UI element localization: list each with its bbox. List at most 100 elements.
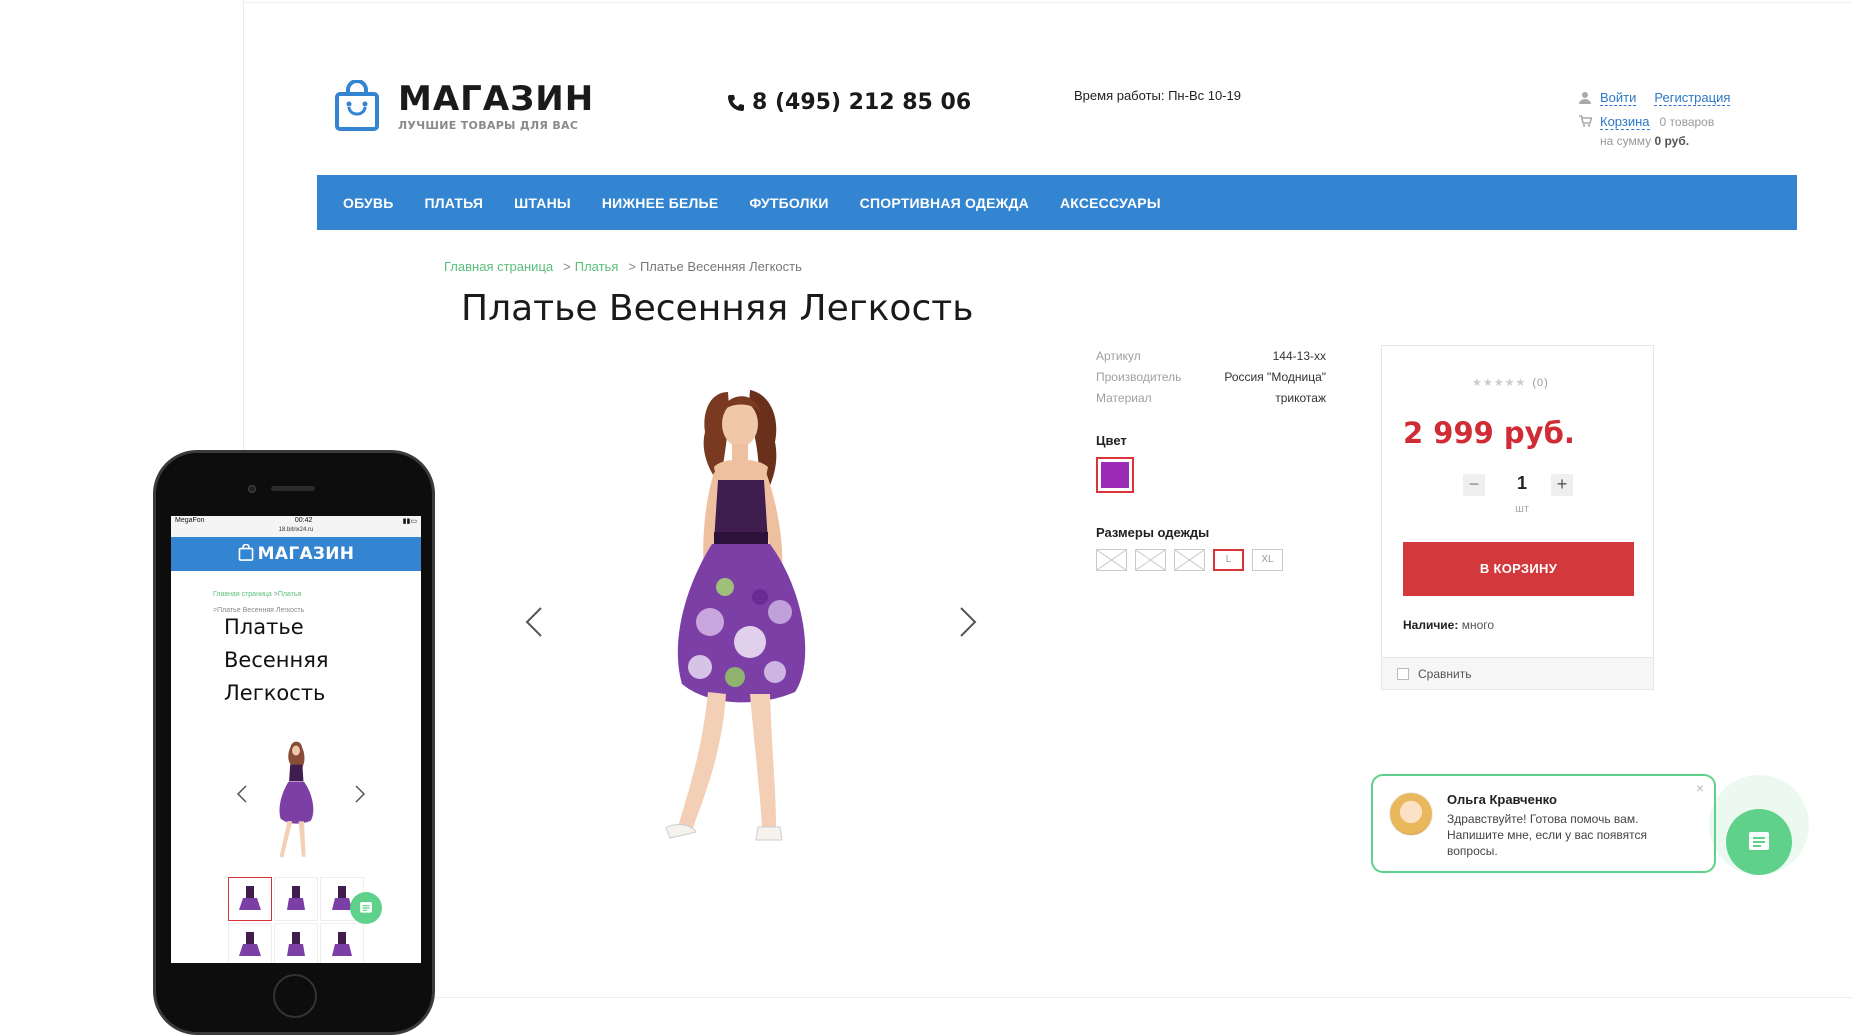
availability-label: Наличие: — [1403, 618, 1459, 632]
property-value: Россия "Модница" — [1224, 369, 1326, 384]
account-panel: Войти Регистрация Корзина 0 товаров на с… — [1578, 86, 1748, 148]
phone-mockup: MegaFon 00:42 ▮▮▭ 18.bitrix24.ru МАГАЗИН… — [153, 450, 435, 1035]
property-row: Материал трикотаж — [1096, 387, 1326, 408]
phone-number[interactable]: 8 (495) 212 85 06 — [726, 90, 971, 115]
working-hours: Время работы: Пн-Вс 10-19 — [1074, 88, 1241, 103]
compare-row[interactable]: Сравнить — [1382, 657, 1653, 689]
property-value: 144-13-хх — [1272, 348, 1326, 363]
size-option-l[interactable]: L — [1213, 549, 1244, 571]
logo-title: МАГАЗИН — [398, 78, 595, 119]
chat-operator-name: Ольга Кравченко — [1447, 792, 1557, 807]
gallery-prev-button[interactable] — [519, 602, 549, 642]
mobile-chat-button[interactable] — [350, 892, 382, 924]
color-swatch-purple[interactable] — [1096, 457, 1134, 493]
url-bar[interactable]: 18.bitrix24.ru — [171, 527, 421, 537]
open-chat-button[interactable] — [1726, 809, 1792, 875]
nav-item-pants[interactable]: ШТАНЫ — [514, 195, 571, 211]
compare-label: Сравнить — [1418, 666, 1472, 681]
nav-item-underwear[interactable]: НИЖНЕЕ БЕЛЬЕ — [602, 195, 719, 211]
clock: 00:42 — [294, 517, 313, 524]
carrier: MegaFon — [175, 517, 205, 524]
add-to-cart-button[interactable]: В КОРЗИНУ — [1403, 542, 1634, 596]
chevron-left-icon — [236, 785, 247, 803]
mobile-header[interactable]: МАГАЗИН — [171, 537, 421, 571]
size-option-unavailable — [1174, 549, 1205, 571]
thumbnail[interactable] — [274, 923, 318, 963]
color-swatch-fill — [1101, 462, 1129, 488]
mobile-gallery-next[interactable] — [354, 784, 366, 804]
breadcrumb-category[interactable]: Платья — [575, 259, 619, 274]
speaker — [271, 486, 315, 491]
size-selector: L XL — [1096, 549, 1291, 571]
rating-stars: ★★★★★ — [1472, 377, 1527, 389]
product-price: 2 999 руб. — [1403, 416, 1575, 450]
property-key: Артикул — [1096, 348, 1141, 363]
quantity-decrease-button[interactable]: − — [1463, 474, 1485, 496]
thumbnail[interactable] — [274, 877, 318, 921]
quantity-unit: шт — [1515, 503, 1529, 515]
nav-item-sportswear[interactable]: СПОРТИВНАЯ ОДЕЖДА — [860, 195, 1029, 211]
mobile-product-image[interactable] — [266, 736, 326, 871]
login-link[interactable]: Войти — [1600, 90, 1637, 106]
breadcrumb-category[interactable]: Платья — [278, 591, 302, 598]
gallery-next-button[interactable] — [953, 602, 983, 642]
divider — [243, 2, 1852, 3]
shopping-bag-icon — [334, 79, 380, 132]
page-title: Платье Весенняя Легкость — [461, 288, 974, 329]
title-line: Весенняя — [224, 648, 329, 672]
cart-icon — [1578, 115, 1593, 129]
main-nav: ОБУВЬ ПЛАТЬЯ ШТАНЫ НИЖНЕЕ БЕЛЬЕ ФУТБОЛКИ… — [317, 175, 1797, 230]
chat-icon — [1749, 832, 1769, 850]
register-link[interactable]: Регистрация — [1654, 90, 1731, 106]
compare-checkbox[interactable] — [1397, 667, 1409, 680]
availability-value: много — [1461, 618, 1495, 632]
property-row: Артикул 144-13-хх — [1096, 345, 1326, 366]
quantity-increase-button[interactable]: + — [1551, 474, 1573, 496]
breadcrumb-current: Платье Весенняя Легкость — [639, 259, 802, 274]
rating[interactable]: ★★★★★ (0) — [1472, 376, 1549, 389]
logo-subtitle: ЛУЧШИЕ ТОВАРЫ ДЛЯ ВАС — [398, 118, 579, 132]
property-value: трикотаж — [1275, 390, 1326, 405]
property-row: Производитель Россия "Модница" — [1096, 366, 1326, 387]
thumbnail[interactable] — [320, 923, 364, 963]
cart-count: 0 товаров — [1659, 115, 1715, 129]
quantity-value[interactable]: 1 — [1502, 473, 1542, 494]
camera-icon — [248, 485, 256, 493]
home-button[interactable] — [273, 974, 317, 1018]
breadcrumb-separator: > — [563, 259, 571, 274]
cart-sum: на сумму 0 руб. — [1600, 134, 1748, 148]
cart-sum-label: на сумму — [1600, 134, 1652, 148]
nav-item-accessories[interactable]: АКСЕССУАРЫ — [1060, 195, 1161, 211]
chat-icon — [360, 902, 372, 913]
title-line: Легкость — [224, 681, 326, 705]
breadcrumb-home[interactable]: Главная страница — [444, 259, 553, 274]
breadcrumb-separator: > — [628, 259, 636, 274]
availability: Наличие: много — [1403, 618, 1494, 632]
logo[interactable]: МАГАЗИН ЛУЧШИЕ ТОВАРЫ ДЛЯ ВАС — [334, 78, 595, 132]
cart-link[interactable]: Корзина — [1600, 114, 1650, 130]
thumbnail[interactable] — [228, 877, 272, 921]
breadcrumb-home[interactable]: Главная страница — [213, 591, 272, 598]
sizes-label: Размеры одежды — [1096, 525, 1210, 540]
color-label: Цвет — [1096, 433, 1127, 448]
title-line: Платье — [224, 615, 304, 639]
size-option-xl[interactable]: XL — [1252, 549, 1283, 571]
breadcrumb: Главная страница > Платья > Платье Весен… — [444, 259, 802, 274]
nav-item-shoes[interactable]: ОБУВЬ — [343, 195, 394, 211]
buy-box: ★★★★★ (0) 2 999 руб. − 1 + шт В КОРЗИНУ … — [1381, 345, 1654, 690]
close-icon[interactable]: × — [1696, 780, 1704, 796]
mobile-page-title: Платье Весенняя Легкость — [224, 611, 329, 710]
nav-item-dresses[interactable]: ПЛАТЬЯ — [425, 195, 484, 211]
mobile-thumbnails — [228, 877, 408, 963]
product-image[interactable] — [630, 372, 850, 862]
size-option-unavailable — [1096, 549, 1127, 571]
mobile-gallery-prev[interactable] — [236, 784, 248, 804]
phone-icon — [728, 94, 744, 111]
chevron-right-icon — [960, 607, 977, 637]
thumbnail[interactable] — [228, 923, 272, 963]
product-properties: Артикул 144-13-хх Производитель Россия "… — [1096, 345, 1326, 408]
property-key: Производитель — [1096, 369, 1182, 384]
chat-popup[interactable]: Ольга Кравченко Здравствуйте! Готова пом… — [1371, 774, 1716, 873]
chat-message: Здравствуйте! Готова помочь вам. Напишит… — [1447, 812, 1648, 858]
nav-item-tshirts[interactable]: ФУТБОЛКИ — [749, 195, 828, 211]
